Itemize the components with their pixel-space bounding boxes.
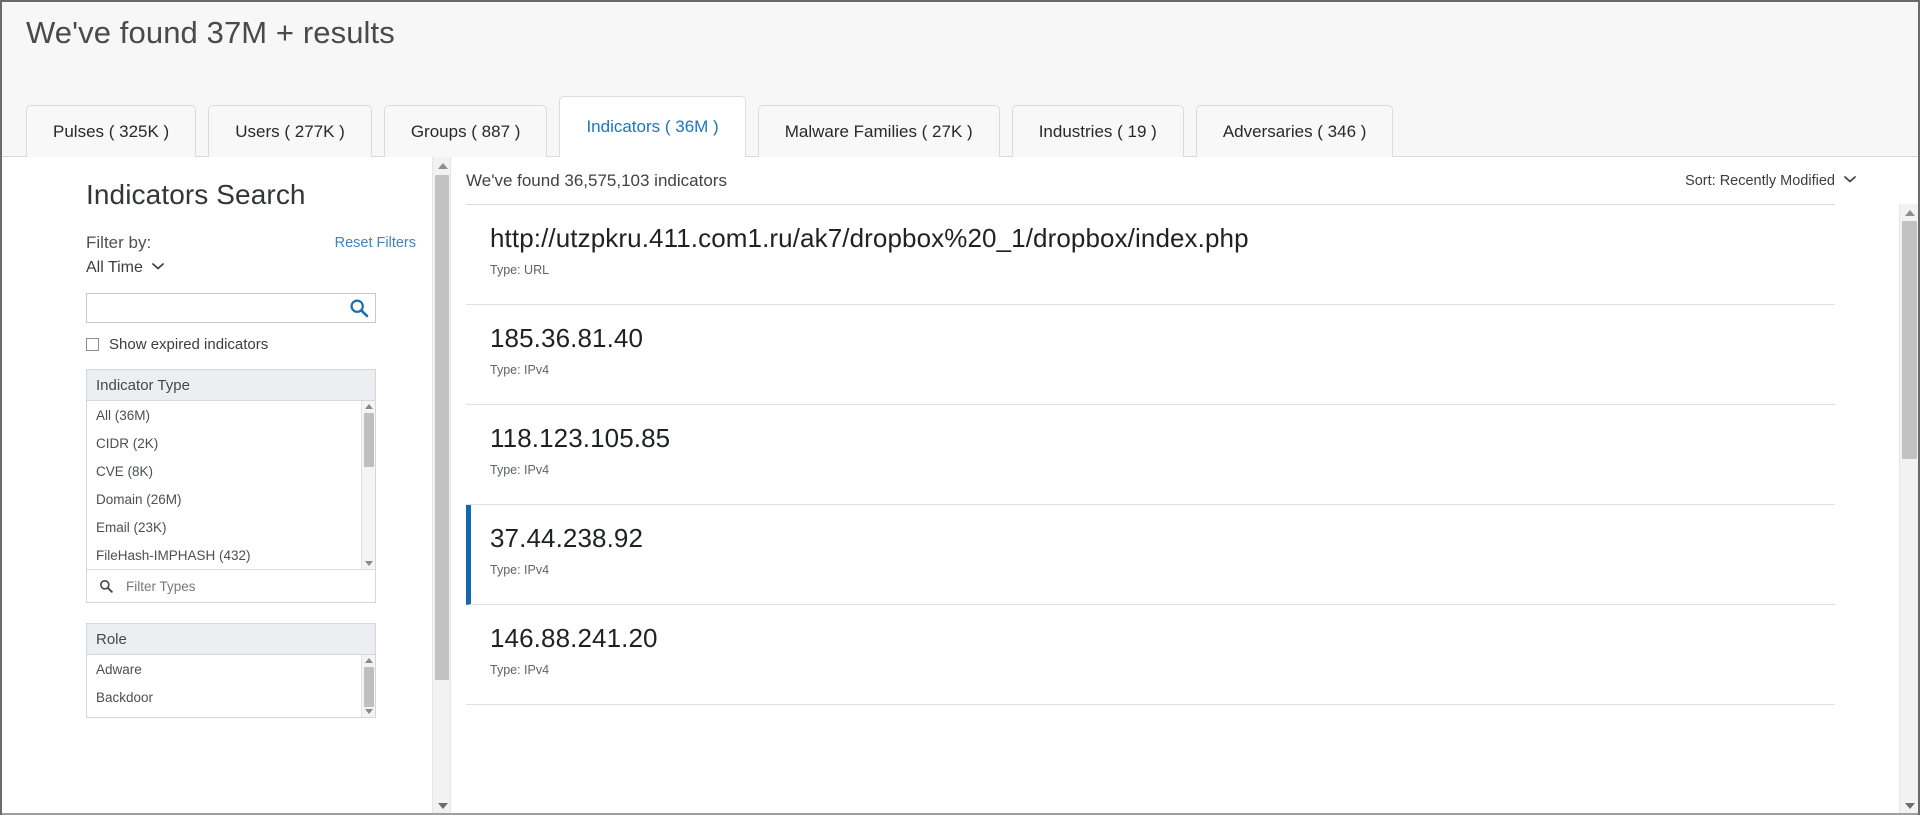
facet-option-domain[interactable]: Domain (26M) bbox=[87, 485, 375, 513]
facet-option-filehash-imphash[interactable]: FileHash-IMPHASH (432) bbox=[87, 541, 375, 569]
tab-industries[interactable]: Industries ( 19 ) bbox=[1011, 105, 1184, 157]
scroll-up-arrow-icon[interactable] bbox=[365, 404, 373, 409]
page-title: We've found 37M + results bbox=[26, 15, 395, 50]
results-panel: We've found 36,575,103 indicators Sort: … bbox=[452, 157, 1918, 815]
facet-option-cidr[interactable]: CIDR (2K) bbox=[87, 429, 375, 457]
sort-label: Sort: Recently Modified bbox=[1685, 173, 1835, 189]
sort-dropdown[interactable]: Sort: Recently Modified bbox=[1685, 173, 1856, 189]
tab-label: Malware Families ( 27K ) bbox=[784, 121, 973, 141]
indicator-type: Type: URL bbox=[490, 263, 550, 277]
results-tab-bar: Pulses ( 325K ) Users ( 277K ) Groups ( … bbox=[26, 96, 1405, 158]
facet-option-backdoor[interactable]: Backdoor bbox=[87, 683, 375, 711]
scrollbar-thumb[interactable] bbox=[364, 413, 374, 467]
facet-option-list: Adware Backdoor bbox=[87, 655, 375, 717]
result-item[interactable]: http://utzpkru.411.com1.ru/ak7/dropbox%2… bbox=[466, 205, 1835, 305]
search-icon bbox=[99, 579, 113, 593]
show-expired-checkbox[interactable] bbox=[86, 338, 99, 351]
show-expired-row: Show expired indicators bbox=[86, 336, 376, 353]
indicator-type: Type: IPv4 bbox=[490, 463, 550, 477]
tab-label: Adversaries ( 346 ) bbox=[1222, 121, 1367, 141]
browser-page: We've found 37M + results Pulses ( 325K … bbox=[0, 0, 1920, 815]
tab-indicators[interactable]: Indicators ( 36M ) bbox=[559, 96, 746, 158]
facet-filter-input[interactable] bbox=[124, 577, 328, 595]
result-item-selected[interactable]: 37.44.238.92 Type: IPv4 bbox=[466, 505, 1835, 605]
results-header: We've found 36,575,103 indicators Sort: … bbox=[452, 157, 1918, 207]
indicator-value[interactable]: http://utzpkru.411.com1.ru/ak7/dropbox%2… bbox=[490, 223, 1835, 254]
time-range-dropdown[interactable]: All Time bbox=[86, 257, 165, 277]
sidebar-search-box bbox=[86, 293, 376, 323]
tab-label: Industries ( 19 ) bbox=[1038, 121, 1157, 141]
result-item[interactable]: 146.88.241.20 Type: IPv4 bbox=[466, 605, 1835, 705]
sidebar-title: Indicators Search bbox=[86, 179, 306, 210]
scroll-up-arrow-icon[interactable] bbox=[365, 658, 373, 663]
search-icon[interactable] bbox=[349, 298, 369, 318]
scroll-down-arrow-icon[interactable] bbox=[438, 803, 448, 809]
facet-role: Role Adware Backdoor bbox=[86, 623, 376, 718]
tab-users[interactable]: Users ( 277K ) bbox=[208, 105, 372, 157]
tab-pulses[interactable]: Pulses ( 325K ) bbox=[26, 105, 197, 157]
page-header: We've found 37M + results Pulses ( 325K … bbox=[2, 2, 1918, 158]
scroll-down-arrow-icon[interactable] bbox=[365, 561, 373, 566]
facet-option-email[interactable]: Email (23K) bbox=[87, 513, 375, 541]
page-body: Indicators Search Filter by: Reset Filte… bbox=[2, 157, 1918, 815]
indicator-value[interactable]: 37.44.238.92 bbox=[490, 523, 1835, 554]
facet-scrollbar[interactable] bbox=[361, 655, 375, 717]
reset-filters-link[interactable]: Reset Filters bbox=[335, 235, 416, 251]
results-vertical-scrollbar[interactable] bbox=[1899, 204, 1918, 815]
results-list: http://utzpkru.411.com1.ru/ak7/dropbox%2… bbox=[466, 204, 1835, 815]
sidebar-search-input[interactable] bbox=[87, 294, 337, 322]
indicator-type: Type: IPv4 bbox=[490, 363, 550, 377]
result-item[interactable]: 185.36.81.40 Type: IPv4 bbox=[466, 305, 1835, 405]
scroll-up-arrow-icon[interactable] bbox=[438, 163, 448, 169]
tab-groups[interactable]: Groups ( 887 ) bbox=[383, 105, 548, 157]
scrollbar-thumb[interactable] bbox=[435, 175, 449, 680]
results-count-label: We've found 36,575,103 indicators bbox=[466, 171, 727, 190]
indicator-value[interactable]: 185.36.81.40 bbox=[490, 323, 1835, 354]
time-range-label: All Time bbox=[86, 259, 143, 276]
result-item[interactable]: 118.123.105.85 Type: IPv4 bbox=[466, 405, 1835, 505]
chevron-down-icon bbox=[1844, 171, 1856, 187]
facet-option-adware[interactable]: Adware bbox=[87, 655, 375, 683]
indicator-type: Type: IPv4 bbox=[490, 663, 550, 677]
facet-header: Role bbox=[87, 624, 375, 655]
filter-by-row: Filter by: Reset Filters bbox=[86, 233, 416, 255]
scroll-down-arrow-icon[interactable] bbox=[1905, 803, 1915, 809]
facet-indicator-type: Indicator Type All (36M) CIDR (2K) CVE (… bbox=[86, 369, 376, 603]
facet-option-all[interactable]: All (36M) bbox=[87, 401, 375, 429]
tab-label: Users ( 277K ) bbox=[235, 121, 345, 141]
tab-adversaries[interactable]: Adversaries ( 346 ) bbox=[1195, 105, 1394, 157]
page-vertical-scrollbar[interactable] bbox=[432, 157, 451, 815]
indicator-value[interactable]: 146.88.241.20 bbox=[490, 623, 1835, 654]
facet-option-list: All (36M) CIDR (2K) CVE (8K) Domain (26M… bbox=[87, 401, 375, 569]
scroll-down-arrow-icon[interactable] bbox=[365, 709, 373, 714]
tab-label: Groups ( 887 ) bbox=[410, 121, 521, 141]
facet-filter-row bbox=[87, 569, 375, 602]
chevron-down-icon bbox=[152, 257, 165, 275]
indicator-type: Type: IPv4 bbox=[490, 563, 550, 577]
scroll-up-arrow-icon[interactable] bbox=[1905, 210, 1915, 216]
tab-malware-families[interactable]: Malware Families ( 27K ) bbox=[757, 105, 1000, 157]
filter-by-label: Filter by: bbox=[86, 233, 152, 252]
facet-option-cve[interactable]: CVE (8K) bbox=[87, 457, 375, 485]
scrollbar-thumb[interactable] bbox=[364, 667, 374, 707]
filters-sidebar: Indicators Search Filter by: Reset Filte… bbox=[2, 157, 432, 815]
facet-scrollbar[interactable] bbox=[361, 401, 375, 569]
scrollbar-thumb[interactable] bbox=[1902, 221, 1917, 459]
show-expired-label: Show expired indicators bbox=[109, 336, 269, 353]
indicator-value[interactable]: 118.123.105.85 bbox=[490, 423, 1835, 454]
tab-label: Pulses ( 325K ) bbox=[53, 121, 170, 141]
tab-label: Indicators ( 36M ) bbox=[586, 117, 719, 136]
facet-header: Indicator Type bbox=[87, 370, 375, 401]
